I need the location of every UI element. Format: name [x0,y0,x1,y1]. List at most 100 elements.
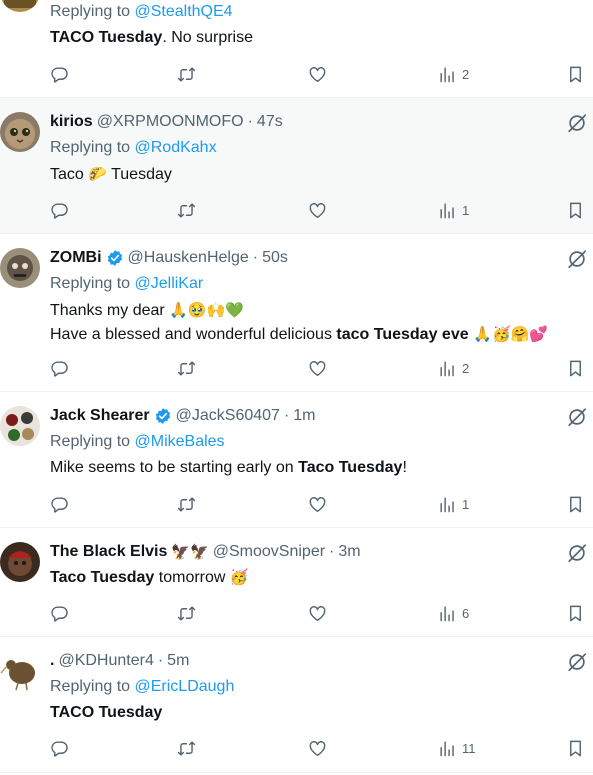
retweet-button[interactable] [177,492,196,516]
action-bar: 2 [50,62,590,86]
views-count: 1 [462,496,470,512]
views-icon [438,201,457,220]
action-bar: 11 [50,736,590,760]
like-icon [308,201,327,220]
retweet-button[interactable] [177,198,196,222]
bookmark-button[interactable] [566,736,585,760]
bookmark-button[interactable] [566,601,585,625]
user-handle[interactable]: @XRPMOONMOFO [97,112,244,132]
bookmark-icon [566,604,585,623]
replying-to-link[interactable]: @StealthQE4 [135,3,233,20]
mute-icon[interactable] [566,406,588,428]
display-name[interactable]: kirios [50,112,93,132]
views-button[interactable]: 6 [438,601,469,625]
reply-button[interactable] [50,492,69,516]
retweet-icon [177,201,196,220]
post-time[interactable]: 3m [338,542,360,562]
emoji-group: 🙏🥳🤗💕 [468,325,549,343]
user-handle[interactable]: @JackS60407 [176,406,280,426]
display-name[interactable]: ZOMBi [50,248,102,268]
reply-post[interactable]: Replying to @StealthQE4 TACO Tuesday. No… [0,0,593,98]
views-icon [438,65,457,84]
user-handle[interactable]: @HauskenHelge [128,248,249,268]
views-button[interactable]: 2 [438,62,469,86]
views-count: 6 [462,605,470,621]
like-button[interactable] [308,736,327,760]
like-button[interactable] [308,62,327,86]
avatar[interactable] [0,0,40,12]
bookmark-button[interactable] [566,62,585,86]
retweet-button[interactable] [177,62,196,86]
bookmark-button[interactable] [566,356,585,380]
like-button[interactable] [308,198,327,222]
reply-post[interactable]: The Black Elvis 🦅🦅 @SmoovSniper · 3m Tac… [0,528,593,637]
post-time[interactable]: 47s [257,112,283,132]
post-text-rest: . No surprise [162,29,254,46]
post-text: Taco Tuesday tomorrow 🥳 [50,565,249,590]
display-name[interactable]: Jack Shearer [50,406,150,426]
reply-button[interactable] [50,356,69,380]
like-button[interactable] [308,601,327,625]
separator-dot: · [247,113,253,130]
retweet-button[interactable] [177,736,196,760]
mute-icon[interactable] [566,651,588,673]
post-text-a: Taco [50,166,84,183]
views-button[interactable]: 2 [438,356,469,380]
reply-icon [50,201,69,220]
post-header: . @KDHunter4 · 5m [50,651,189,671]
replying-to-link[interactable]: @EricLDaugh [135,678,235,695]
post-time[interactable]: 50s [262,248,288,268]
user-handle[interactable]: @KDHunter4 [58,651,153,671]
bookmark-icon [566,739,585,758]
reply-icon [50,65,69,84]
reply-button[interactable] [50,736,69,760]
display-name[interactable]: The Black Elvis [50,542,167,562]
post-time[interactable]: 1m [293,406,315,426]
bookmark-button[interactable] [566,198,585,222]
reply-post[interactable]: ZOMBi @HauskenHelge · 50s Replying to @J… [0,234,593,392]
post-text-a: Mike seems to be starting early on [50,459,299,476]
user-handle[interactable]: @SmoovSniper [213,542,325,562]
views-button[interactable]: 1 [438,492,469,516]
post-text-a: Thanks my dear [50,302,165,319]
mute-icon[interactable] [566,112,588,134]
post-text-b: ! [402,459,407,476]
timeline-feed: Replying to @StealthQE4 TACO Tuesday. No… [0,0,593,775]
views-button[interactable]: 11 [438,736,476,760]
avatar[interactable] [0,248,40,288]
post-text-line-2: Have a blessed and wonderful delicious t… [50,322,548,347]
bookmark-icon [566,65,585,84]
post-text-bold: TACO Tuesday [50,704,163,721]
display-name[interactable]: . [50,651,54,671]
reply-button[interactable] [50,62,69,86]
reply-button[interactable] [50,198,69,222]
avatar[interactable] [0,651,40,691]
reply-post[interactable]: kirios @XRPMOONMOFO · 47s Replying to @R… [0,98,593,234]
replying-to-link[interactable]: @JelliKar [135,275,204,292]
mute-icon[interactable] [566,248,588,270]
post-text: TACO Tuesday. No surprise [50,26,253,50]
retweet-button[interactable] [177,356,196,380]
mute-icon[interactable] [566,542,588,564]
post-text-b: tomorrow [154,569,226,586]
avatar[interactable] [0,406,40,446]
views-icon [438,359,457,378]
views-icon [438,739,457,758]
like-button[interactable] [308,356,327,380]
like-button[interactable] [308,492,327,516]
replying-to-link[interactable]: @MikeBales [135,433,225,450]
avatar[interactable] [0,542,40,582]
reply-post[interactable]: Jack Shearer @JackS60407 · 1m Replying t… [0,392,593,528]
reply-post[interactable]: . @KDHunter4 · 5m Replying to @EricLDaug… [0,637,593,773]
post-time[interactable]: 5m [167,651,189,671]
views-button[interactable]: 1 [438,198,469,222]
like-icon [308,604,327,623]
retweet-icon [177,495,196,514]
retweet-button[interactable] [177,601,196,625]
avatar[interactable] [0,112,40,152]
bookmark-button[interactable] [566,492,585,516]
views-count: 2 [462,360,470,376]
separator-dot: · [329,543,335,560]
reply-button[interactable] [50,601,69,625]
replying-to-link[interactable]: @RodKahx [135,139,217,156]
